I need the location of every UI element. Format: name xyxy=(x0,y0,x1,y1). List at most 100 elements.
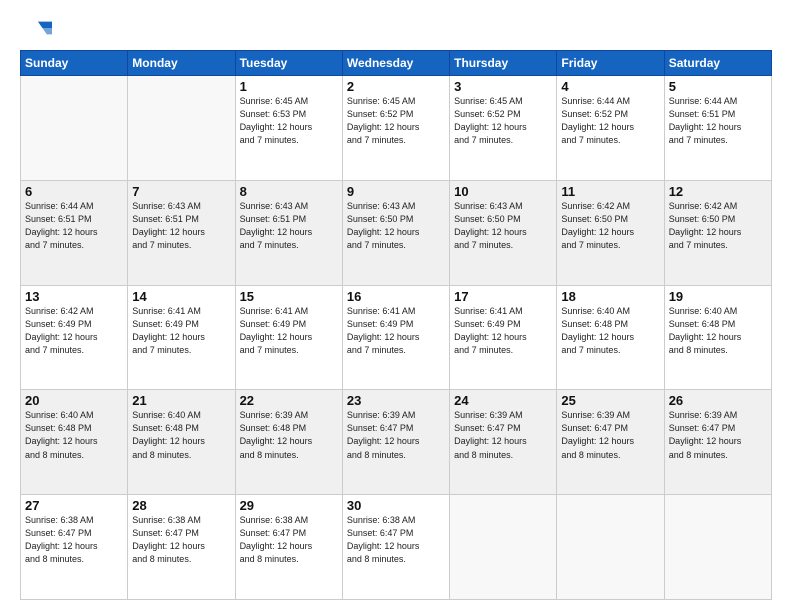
calendar-header-thursday: Thursday xyxy=(450,51,557,76)
day-number: 20 xyxy=(25,393,123,408)
day-info: Sunrise: 6:45 AM Sunset: 6:53 PM Dayligh… xyxy=(240,95,338,147)
calendar-cell: 30Sunrise: 6:38 AM Sunset: 6:47 PM Dayli… xyxy=(342,495,449,600)
calendar-cell: 26Sunrise: 6:39 AM Sunset: 6:47 PM Dayli… xyxy=(664,390,771,495)
calendar-header-row: SundayMondayTuesdayWednesdayThursdayFrid… xyxy=(21,51,772,76)
day-number: 7 xyxy=(132,184,230,199)
day-number: 18 xyxy=(561,289,659,304)
calendar-cell: 15Sunrise: 6:41 AM Sunset: 6:49 PM Dayli… xyxy=(235,285,342,390)
day-number: 2 xyxy=(347,79,445,94)
calendar-week-row: 13Sunrise: 6:42 AM Sunset: 6:49 PM Dayli… xyxy=(21,285,772,390)
day-number: 24 xyxy=(454,393,552,408)
calendar-cell: 6Sunrise: 6:44 AM Sunset: 6:51 PM Daylig… xyxy=(21,180,128,285)
day-info: Sunrise: 6:43 AM Sunset: 6:51 PM Dayligh… xyxy=(240,200,338,252)
calendar-week-row: 1Sunrise: 6:45 AM Sunset: 6:53 PM Daylig… xyxy=(21,76,772,181)
day-info: Sunrise: 6:45 AM Sunset: 6:52 PM Dayligh… xyxy=(347,95,445,147)
calendar-header-sunday: Sunday xyxy=(21,51,128,76)
day-info: Sunrise: 6:38 AM Sunset: 6:47 PM Dayligh… xyxy=(25,514,123,566)
calendar-cell: 16Sunrise: 6:41 AM Sunset: 6:49 PM Dayli… xyxy=(342,285,449,390)
day-info: Sunrise: 6:41 AM Sunset: 6:49 PM Dayligh… xyxy=(347,305,445,357)
day-info: Sunrise: 6:42 AM Sunset: 6:50 PM Dayligh… xyxy=(561,200,659,252)
calendar-cell: 18Sunrise: 6:40 AM Sunset: 6:48 PM Dayli… xyxy=(557,285,664,390)
day-info: Sunrise: 6:39 AM Sunset: 6:47 PM Dayligh… xyxy=(347,409,445,461)
calendar-cell xyxy=(128,76,235,181)
day-number: 25 xyxy=(561,393,659,408)
calendar-cell xyxy=(450,495,557,600)
day-number: 22 xyxy=(240,393,338,408)
day-number: 21 xyxy=(132,393,230,408)
calendar-header-saturday: Saturday xyxy=(664,51,771,76)
day-number: 6 xyxy=(25,184,123,199)
calendar-header-tuesday: Tuesday xyxy=(235,51,342,76)
calendar-cell: 11Sunrise: 6:42 AM Sunset: 6:50 PM Dayli… xyxy=(557,180,664,285)
calendar-header-monday: Monday xyxy=(128,51,235,76)
day-info: Sunrise: 6:43 AM Sunset: 6:50 PM Dayligh… xyxy=(454,200,552,252)
calendar-cell: 22Sunrise: 6:39 AM Sunset: 6:48 PM Dayli… xyxy=(235,390,342,495)
calendar-week-row: 27Sunrise: 6:38 AM Sunset: 6:47 PM Dayli… xyxy=(21,495,772,600)
logo xyxy=(20,18,52,40)
calendar-cell xyxy=(664,495,771,600)
page: SundayMondayTuesdayWednesdayThursdayFrid… xyxy=(0,0,792,612)
calendar-cell: 28Sunrise: 6:38 AM Sunset: 6:47 PM Dayli… xyxy=(128,495,235,600)
calendar-header-wednesday: Wednesday xyxy=(342,51,449,76)
day-info: Sunrise: 6:39 AM Sunset: 6:47 PM Dayligh… xyxy=(454,409,552,461)
calendar-cell: 12Sunrise: 6:42 AM Sunset: 6:50 PM Dayli… xyxy=(664,180,771,285)
calendar-cell xyxy=(21,76,128,181)
day-number: 12 xyxy=(669,184,767,199)
calendar-cell: 3Sunrise: 6:45 AM Sunset: 6:52 PM Daylig… xyxy=(450,76,557,181)
day-number: 15 xyxy=(240,289,338,304)
calendar-cell: 1Sunrise: 6:45 AM Sunset: 6:53 PM Daylig… xyxy=(235,76,342,181)
day-number: 29 xyxy=(240,498,338,513)
calendar-cell: 24Sunrise: 6:39 AM Sunset: 6:47 PM Dayli… xyxy=(450,390,557,495)
calendar-cell: 17Sunrise: 6:41 AM Sunset: 6:49 PM Dayli… xyxy=(450,285,557,390)
calendar-cell: 20Sunrise: 6:40 AM Sunset: 6:48 PM Dayli… xyxy=(21,390,128,495)
day-info: Sunrise: 6:39 AM Sunset: 6:48 PM Dayligh… xyxy=(240,409,338,461)
calendar-cell xyxy=(557,495,664,600)
day-info: Sunrise: 6:41 AM Sunset: 6:49 PM Dayligh… xyxy=(240,305,338,357)
day-info: Sunrise: 6:44 AM Sunset: 6:51 PM Dayligh… xyxy=(669,95,767,147)
day-info: Sunrise: 6:40 AM Sunset: 6:48 PM Dayligh… xyxy=(561,305,659,357)
day-info: Sunrise: 6:39 AM Sunset: 6:47 PM Dayligh… xyxy=(669,409,767,461)
calendar-cell: 14Sunrise: 6:41 AM Sunset: 6:49 PM Dayli… xyxy=(128,285,235,390)
calendar-week-row: 6Sunrise: 6:44 AM Sunset: 6:51 PM Daylig… xyxy=(21,180,772,285)
day-info: Sunrise: 6:41 AM Sunset: 6:49 PM Dayligh… xyxy=(132,305,230,357)
calendar-cell: 4Sunrise: 6:44 AM Sunset: 6:52 PM Daylig… xyxy=(557,76,664,181)
day-number: 16 xyxy=(347,289,445,304)
day-info: Sunrise: 6:44 AM Sunset: 6:52 PM Dayligh… xyxy=(561,95,659,147)
day-info: Sunrise: 6:38 AM Sunset: 6:47 PM Dayligh… xyxy=(347,514,445,566)
day-info: Sunrise: 6:40 AM Sunset: 6:48 PM Dayligh… xyxy=(669,305,767,357)
day-info: Sunrise: 6:41 AM Sunset: 6:49 PM Dayligh… xyxy=(454,305,552,357)
day-number: 8 xyxy=(240,184,338,199)
calendar-cell: 10Sunrise: 6:43 AM Sunset: 6:50 PM Dayli… xyxy=(450,180,557,285)
logo-icon xyxy=(20,18,52,38)
day-number: 14 xyxy=(132,289,230,304)
day-info: Sunrise: 6:44 AM Sunset: 6:51 PM Dayligh… xyxy=(25,200,123,252)
day-number: 9 xyxy=(347,184,445,199)
day-number: 26 xyxy=(669,393,767,408)
day-number: 10 xyxy=(454,184,552,199)
calendar-cell: 27Sunrise: 6:38 AM Sunset: 6:47 PM Dayli… xyxy=(21,495,128,600)
day-info: Sunrise: 6:39 AM Sunset: 6:47 PM Dayligh… xyxy=(561,409,659,461)
day-number: 11 xyxy=(561,184,659,199)
day-number: 5 xyxy=(669,79,767,94)
calendar-cell: 29Sunrise: 6:38 AM Sunset: 6:47 PM Dayli… xyxy=(235,495,342,600)
day-info: Sunrise: 6:38 AM Sunset: 6:47 PM Dayligh… xyxy=(132,514,230,566)
calendar-cell: 23Sunrise: 6:39 AM Sunset: 6:47 PM Dayli… xyxy=(342,390,449,495)
day-number: 30 xyxy=(347,498,445,513)
day-number: 17 xyxy=(454,289,552,304)
calendar-cell: 9Sunrise: 6:43 AM Sunset: 6:50 PM Daylig… xyxy=(342,180,449,285)
day-number: 23 xyxy=(347,393,445,408)
header xyxy=(20,18,772,40)
day-info: Sunrise: 6:40 AM Sunset: 6:48 PM Dayligh… xyxy=(132,409,230,461)
calendar-week-row: 20Sunrise: 6:40 AM Sunset: 6:48 PM Dayli… xyxy=(21,390,772,495)
calendar-cell: 13Sunrise: 6:42 AM Sunset: 6:49 PM Dayli… xyxy=(21,285,128,390)
day-number: 4 xyxy=(561,79,659,94)
calendar-cell: 21Sunrise: 6:40 AM Sunset: 6:48 PM Dayli… xyxy=(128,390,235,495)
calendar-cell: 2Sunrise: 6:45 AM Sunset: 6:52 PM Daylig… xyxy=(342,76,449,181)
day-number: 3 xyxy=(454,79,552,94)
day-info: Sunrise: 6:40 AM Sunset: 6:48 PM Dayligh… xyxy=(25,409,123,461)
day-info: Sunrise: 6:42 AM Sunset: 6:49 PM Dayligh… xyxy=(25,305,123,357)
day-info: Sunrise: 6:45 AM Sunset: 6:52 PM Dayligh… xyxy=(454,95,552,147)
calendar-cell: 8Sunrise: 6:43 AM Sunset: 6:51 PM Daylig… xyxy=(235,180,342,285)
day-number: 1 xyxy=(240,79,338,94)
calendar-cell: 5Sunrise: 6:44 AM Sunset: 6:51 PM Daylig… xyxy=(664,76,771,181)
